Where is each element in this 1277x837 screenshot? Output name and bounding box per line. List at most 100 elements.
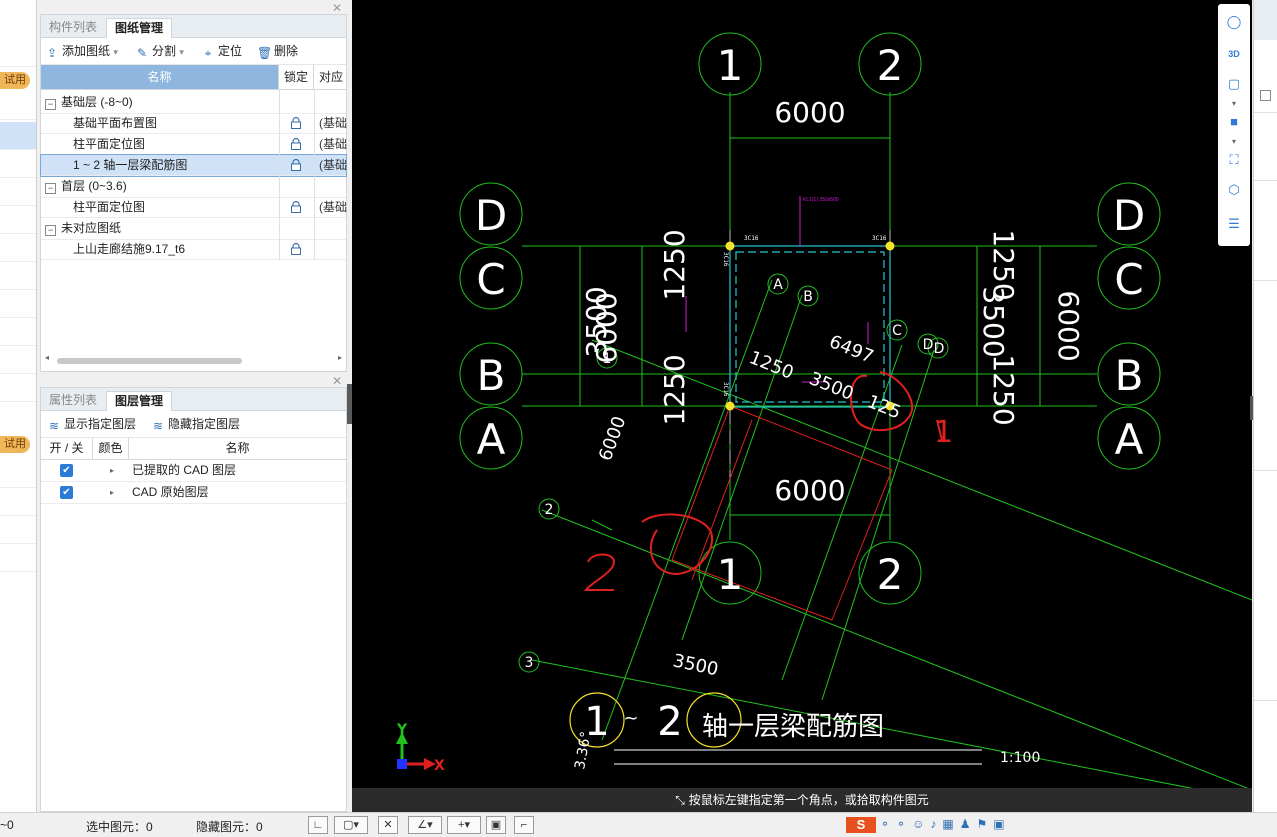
column-color[interactable]: 颜色 — [93, 438, 129, 459]
lock-icon[interactable] — [290, 138, 302, 150]
command-prompt-text: 按鼠标左键指定第一个角点，或拾取构件图元 — [688, 793, 929, 807]
scroll-thumb[interactable] — [57, 358, 242, 364]
strip-row-selected[interactable] — [0, 122, 36, 150]
split-button[interactable]: ✎ 分割 ▾ — [135, 42, 184, 60]
collapse-icon[interactable] — [1260, 90, 1271, 101]
close-icon[interactable]: ✕ — [332, 1, 342, 15]
strip-row[interactable] — [0, 178, 36, 206]
divider — [1254, 280, 1277, 281]
tab-drawing-management[interactable]: 图纸管理 — [106, 18, 173, 38]
polyline-icon[interactable]: ⌐ — [514, 816, 534, 834]
lock-icon[interactable] — [290, 243, 302, 255]
map-cell[interactable]: (基础 — [319, 197, 347, 218]
strip-row[interactable] — [0, 318, 36, 346]
drawing-tabbar: 构件列表 图纸管理 — [41, 15, 346, 38]
cad-canvas[interactable]: KL1(1) 250x500 1 2 1 2 D C B A D C B A 6… — [352, 0, 1252, 812]
layer-row[interactable]: ✔ ▸ CAD 原始图层 — [41, 482, 346, 504]
dropdown-arrow-icon[interactable]: ▾ — [1224, 132, 1244, 152]
strip-row[interactable] — [0, 460, 36, 488]
column-map[interactable]: 对应 — [314, 65, 348, 89]
solid-box-icon[interactable]: ■ — [1224, 112, 1244, 132]
title-tilde: ~ — [623, 708, 638, 729]
strip-row[interactable] — [0, 290, 36, 318]
dim-left-1250a: 1250 — [658, 229, 691, 300]
map-cell[interactable]: (基础 — [319, 155, 347, 176]
tree-item-row-selected[interactable]: 1 ~ 2 轴一层梁配筋图 (基础 — [40, 154, 347, 177]
strip-row[interactable] — [0, 374, 36, 402]
lock-icon[interactable] — [290, 117, 302, 129]
dim-right-3500: 3500 — [977, 286, 1010, 357]
cross-select-icon[interactable]: ✕ — [378, 816, 398, 834]
add-drawing-button[interactable]: ⇪ 添加图纸 ▾ — [45, 42, 118, 60]
locate-icon: ⌖ — [204, 46, 212, 60]
select-box-icon[interactable]: ▢▾ — [334, 816, 368, 834]
ime-logo-icon[interactable]: S — [846, 817, 876, 833]
hide-layers-button[interactable]: ≋ 隐藏指定图层 — [151, 415, 240, 433]
strip-row[interactable] — [0, 92, 36, 120]
column-layer-name[interactable]: 名称 — [129, 438, 346, 459]
collapse-icon[interactable]: − — [45, 183, 56, 194]
scroll-left-icon[interactable]: ◂ — [45, 353, 49, 362]
divider — [1254, 180, 1277, 181]
scroll-right-icon[interactable]: ▸ — [338, 353, 342, 362]
strip-row[interactable] — [0, 206, 36, 234]
close-icon[interactable]: ✕ — [332, 374, 342, 388]
fullscreen-icon[interactable]: ⛶ — [1224, 150, 1244, 170]
strip-row[interactable] — [0, 488, 36, 516]
corner-pick-icon: ⤡ — [675, 793, 685, 807]
checkbox-checked-icon[interactable]: ✔ — [60, 464, 73, 477]
strip-row[interactable] — [0, 36, 36, 67]
properties-list-icon[interactable]: ☰ — [1224, 214, 1244, 234]
angle-icon[interactable]: ∠▾ — [408, 816, 442, 834]
show-layers-button[interactable]: ≋ 显示指定图层 — [47, 415, 136, 433]
strip-row[interactable] — [0, 234, 36, 262]
tab-component-list[interactable]: 构件列表 — [41, 18, 105, 37]
ime-toolbar-icons[interactable]: ⚬⚬☺♪▦♟⚑▣ — [880, 817, 1050, 833]
map-cell[interactable]: (基础 — [319, 134, 347, 155]
trial-badge[interactable]: 试用 — [0, 72, 30, 89]
strip-row[interactable] — [0, 150, 36, 178]
tree-group-row[interactable]: − 基础层 (-8~0) — [41, 92, 346, 114]
trial-badge[interactable]: 试用 — [0, 436, 30, 453]
orthogonal-icon[interactable]: ∟ — [308, 816, 328, 834]
dim-top: 6000 — [774, 96, 845, 129]
tree-item-row[interactable]: 柱平面定位图 (基础 — [41, 197, 347, 218]
cad-drawing[interactable]: KL1(1) 250x500 1 2 1 2 D C B A D C B A 6… — [352, 0, 1252, 812]
column-name[interactable]: 名称 — [41, 65, 279, 89]
expand-arrow-icon[interactable]: ▸ — [110, 460, 114, 481]
horizontal-scrollbar[interactable]: ◂ ▸ — [45, 353, 342, 365]
delete-button[interactable]: 🗑 删除 — [257, 42, 298, 60]
collapse-icon[interactable]: − — [45, 225, 56, 236]
strip-row[interactable] — [0, 516, 36, 544]
tree-item-row[interactable]: 柱平面定位图 (基础 — [41, 134, 347, 155]
strip-row[interactable] — [0, 262, 36, 290]
box-view-icon[interactable]: ▢ — [1224, 74, 1244, 94]
map-cell[interactable]: (基础 — [319, 113, 347, 134]
layer-row[interactable]: ✔ ▸ 已提取的 CAD 图层 — [41, 460, 346, 482]
right-panel-tabbar — [1254, 0, 1277, 40]
snap-icon[interactable]: +▾ — [447, 816, 481, 834]
collapse-icon[interactable]: − — [45, 99, 56, 110]
dynamic-observe-icon[interactable]: ◯ — [1224, 12, 1244, 32]
tree-group-row[interactable]: − 首层 (0~3.6) — [41, 176, 346, 198]
tree-group-row[interactable]: − 未对应图纸 — [41, 218, 346, 240]
strip-row[interactable] — [0, 544, 36, 572]
divider — [1254, 700, 1277, 701]
column-lock[interactable]: 锁定 — [279, 65, 314, 89]
tree-item-row[interactable]: 上山走廊结施9.17_t6 — [41, 239, 346, 260]
column-onoff[interactable]: 开 / 关 — [41, 438, 93, 459]
strip-row[interactable] — [0, 346, 36, 374]
lock-icon[interactable] — [290, 201, 302, 213]
layer-view-icon[interactable]: ▣ — [486, 816, 506, 834]
checkbox-checked-icon[interactable]: ✔ — [60, 486, 73, 499]
dropdown-arrow-icon[interactable]: ▾ — [1224, 94, 1244, 114]
3d-view-icon[interactable]: 3D — [1224, 44, 1244, 64]
lock-icon[interactable] — [290, 159, 302, 171]
cube-select-icon[interactable]: ⬡ — [1224, 180, 1244, 200]
tab-layer-management[interactable]: 图层管理 — [106, 391, 173, 411]
expand-arrow-icon[interactable]: ▸ — [110, 482, 114, 503]
locate-button[interactable]: ⌖ 定位 — [201, 42, 242, 60]
drawing-toolbar: ⇪ 添加图纸 ▾ ✎ 分割 ▾ ⌖ 定位 🗑 删除 — [41, 38, 346, 65]
tree-item-row[interactable]: 基础平面布置图 (基础 — [41, 113, 347, 134]
tab-property-list[interactable]: 属性列表 — [41, 391, 105, 410]
